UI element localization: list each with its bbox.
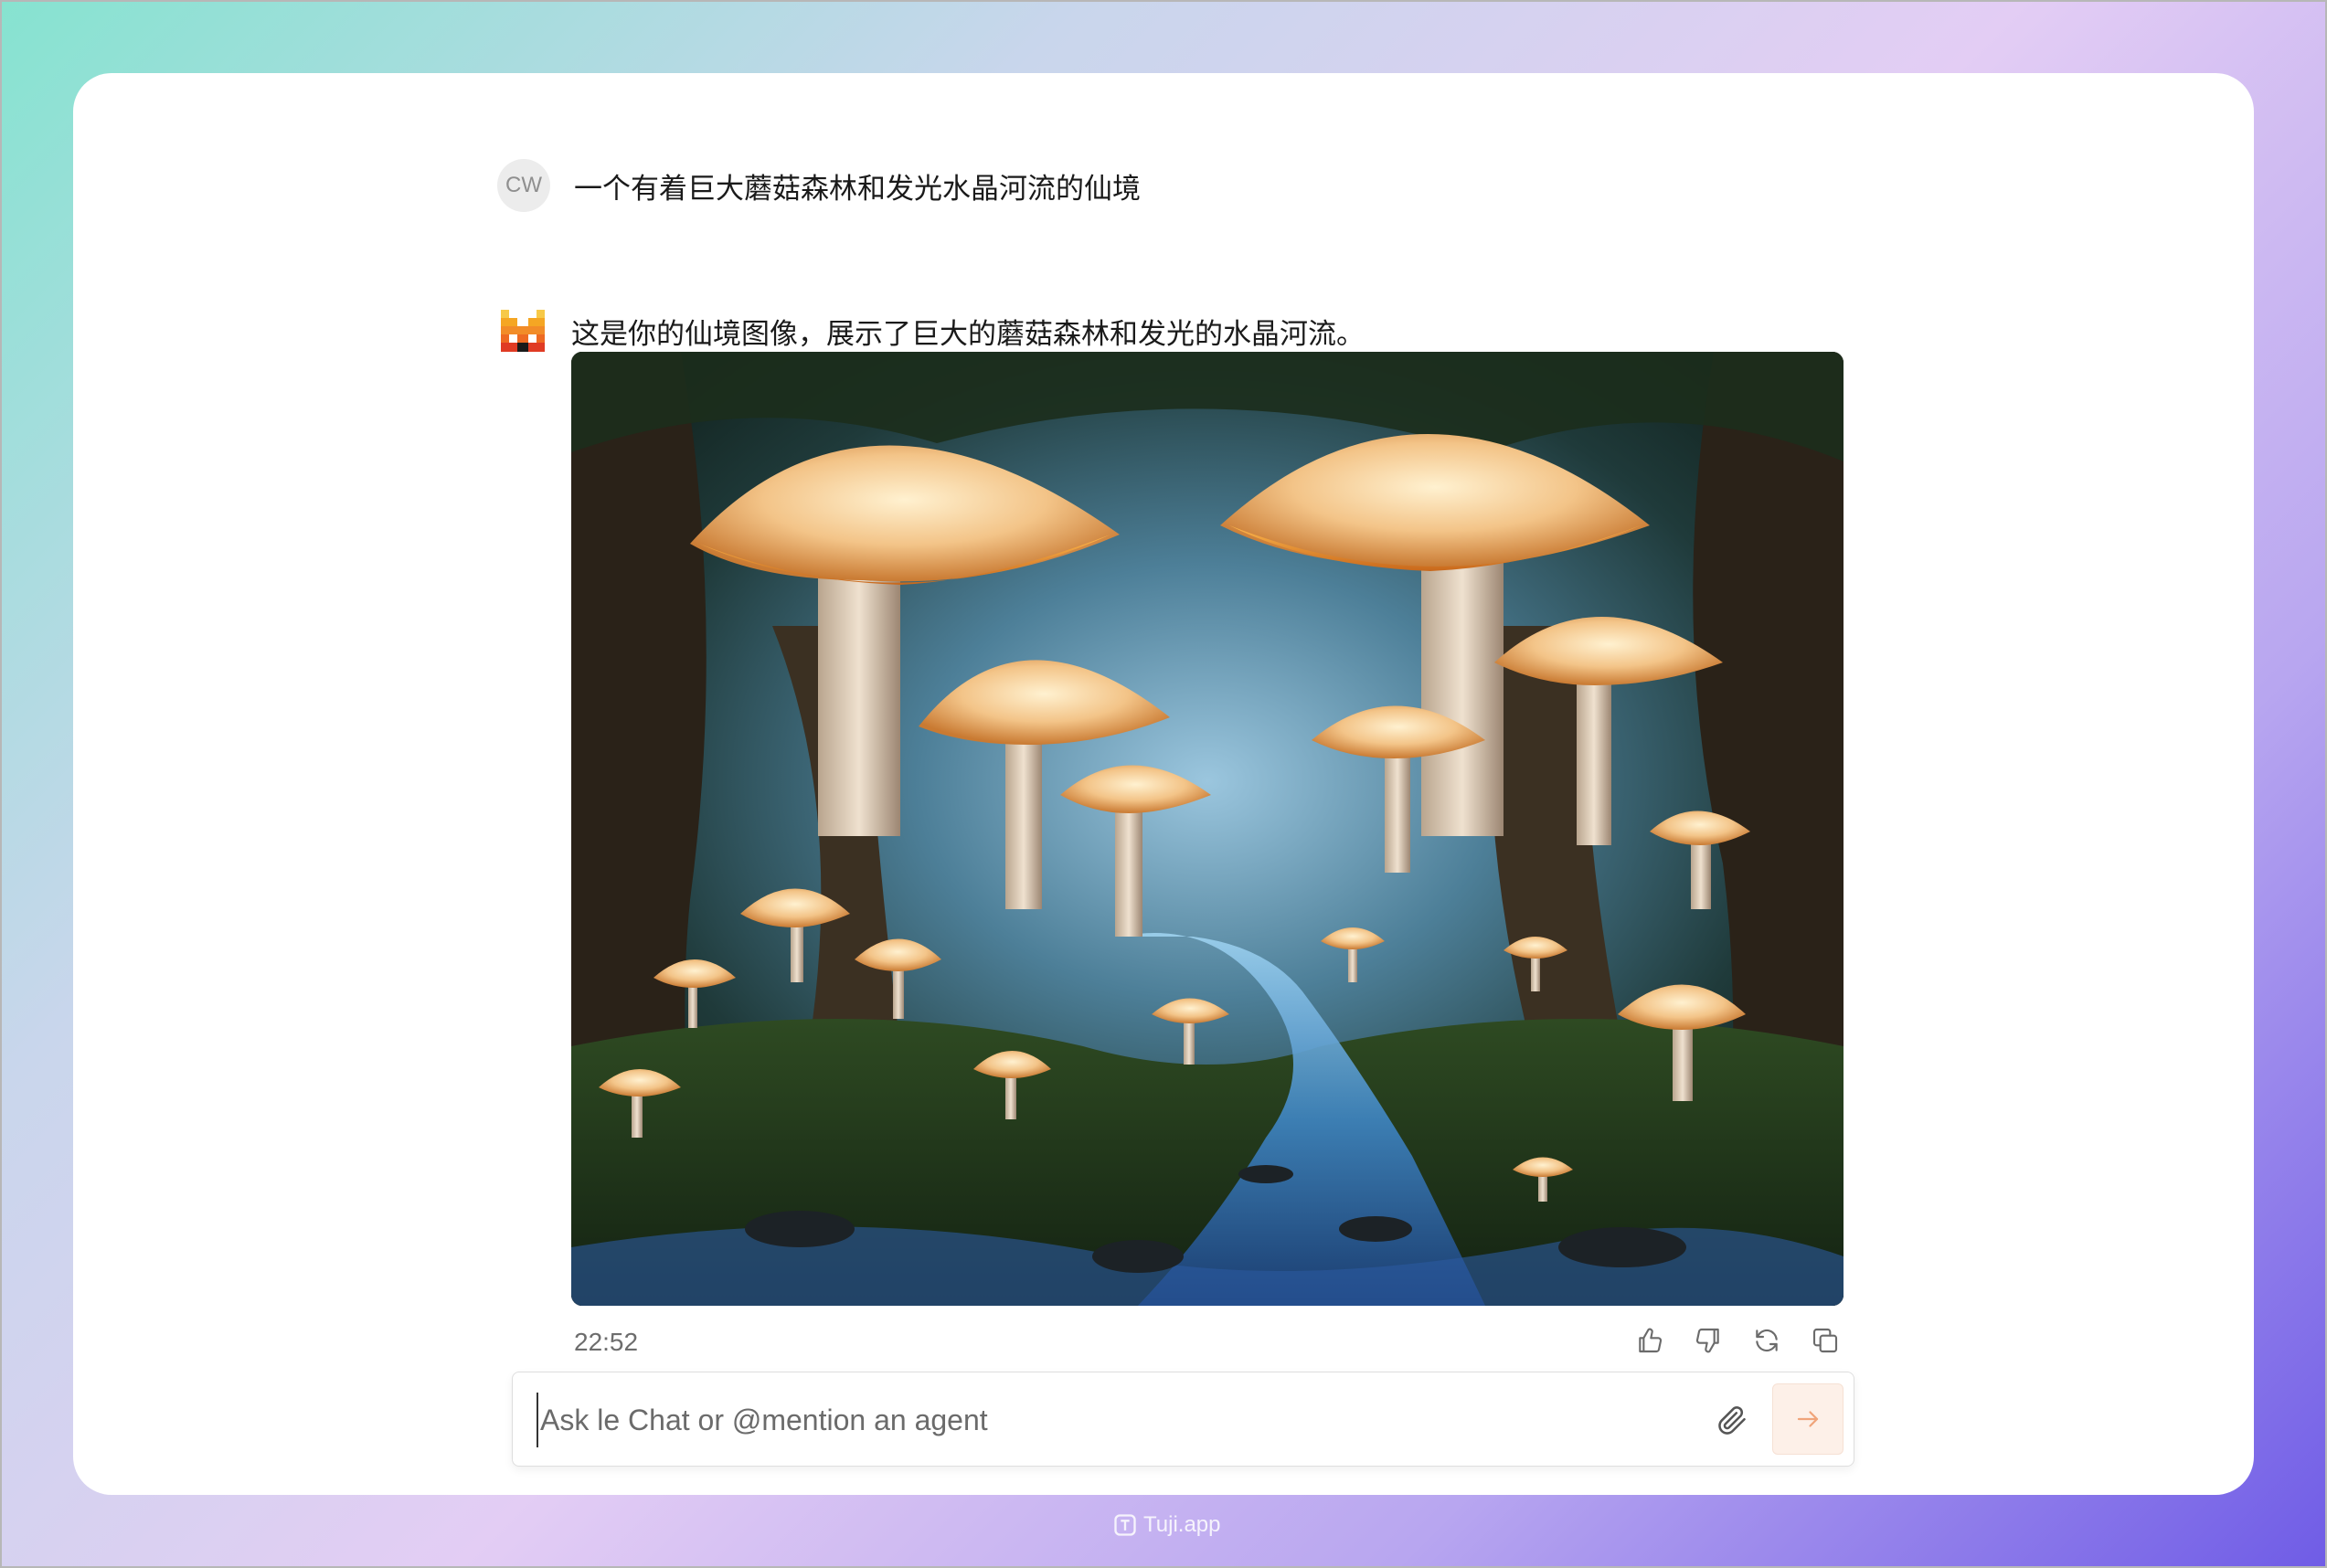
user-message-text: 一个有着巨大蘑菇森林和发光水晶河流的仙境 (574, 172, 1141, 206)
thumbs-up-icon (1639, 1328, 1663, 1353)
message-actions (1631, 1321, 1844, 1360)
regenerate-button[interactable] (1748, 1321, 1786, 1360)
watermark: Tuji.app (1112, 1512, 1221, 1538)
attach-button[interactable] (1712, 1400, 1752, 1440)
assistant-message-text: 这是你的仙境图像，展示了巨大的蘑菇森林和发光的水晶河流。 (571, 318, 1365, 351)
arrow-right-icon (1797, 1411, 1819, 1427)
regenerate-icon (1756, 1329, 1778, 1352)
thumbs-down-button[interactable] (1689, 1321, 1727, 1360)
copy-button[interactable] (1806, 1321, 1844, 1360)
user-message: CW 一个有着巨大蘑菇森林和发光水晶河流的仙境 (497, 159, 1141, 212)
user-avatar: CW (497, 159, 550, 212)
generated-image[interactable] (571, 352, 1844, 1306)
mistral-logo-icon (501, 310, 545, 352)
thumbs-down-icon (1695, 1328, 1719, 1353)
tuji-icon (1114, 1514, 1136, 1536)
send-button[interactable] (1772, 1383, 1844, 1455)
copy-icon (1812, 1328, 1838, 1353)
paperclip-icon (1718, 1406, 1746, 1435)
watermark-text: Tuji.app (1143, 1512, 1221, 1537)
chat-window: CW 一个有着巨大蘑菇森林和发光水晶河流的仙境 这是你的仙境图像，展示了巨大的蘑… (73, 73, 2254, 1495)
thumbs-up-button[interactable] (1631, 1321, 1669, 1360)
chat-composer (512, 1372, 1854, 1467)
message-timestamp: 22:52 (574, 1328, 639, 1356)
chat-input[interactable] (537, 1393, 1694, 1447)
